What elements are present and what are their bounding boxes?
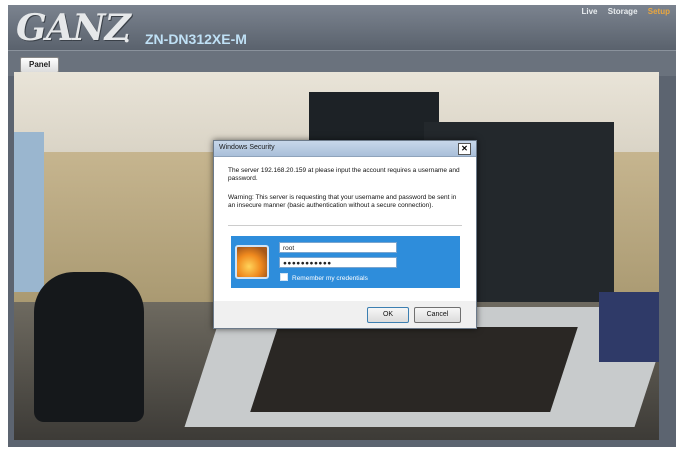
video-chair bbox=[34, 272, 144, 422]
dialog-title: Windows Security bbox=[219, 144, 275, 151]
video-window bbox=[14, 132, 44, 292]
remember-credentials[interactable]: Remember my credentials bbox=[280, 273, 368, 282]
cancel-button[interactable]: Cancel bbox=[414, 307, 461, 323]
username-input[interactable]: root bbox=[279, 242, 397, 253]
dialog-warning: Warning: This server is requesting that … bbox=[228, 194, 457, 209]
dialog-titlebar[interactable]: Windows Security ✕ bbox=[214, 141, 476, 157]
login-dialog: Windows Security ✕ The server 192.168.20… bbox=[213, 140, 477, 329]
ok-button[interactable]: OK bbox=[367, 307, 409, 323]
nav-live[interactable]: Live bbox=[581, 7, 597, 16]
ganz-logo: GANZ bbox=[16, 7, 131, 49]
video-blue-bin bbox=[599, 292, 659, 362]
dialog-message: The server 192.168.20.159 at please inpu… bbox=[228, 167, 460, 182]
dialog-body: The server 192.168.20.159 at please inpu… bbox=[214, 157, 476, 301]
top-nav: Live Storage Setup bbox=[573, 7, 670, 16]
user-picture-icon bbox=[235, 245, 269, 279]
logo-mark: ● bbox=[124, 35, 130, 45]
video-table-interior bbox=[250, 327, 578, 412]
password-input[interactable]: ●●●●●●●●●●● bbox=[279, 257, 397, 268]
remember-label: Remember my credentials bbox=[292, 275, 368, 282]
camera-model-title: ZN-DN312XE-M bbox=[145, 31, 247, 47]
checkbox-icon[interactable] bbox=[280, 273, 288, 281]
credential-tile: root ●●●●●●●●●●● Remember my credentials bbox=[231, 236, 460, 288]
divider bbox=[228, 225, 462, 226]
panel-button[interactable]: Panel bbox=[20, 57, 60, 73]
nav-setup[interactable]: Setup bbox=[648, 7, 670, 16]
close-icon[interactable]: ✕ bbox=[458, 143, 471, 155]
dialog-footer: OK Cancel bbox=[214, 301, 476, 328]
nav-storage[interactable]: Storage bbox=[608, 7, 638, 16]
header-bar: GANZ ● ZN-DN312XE-M Live Storage Setup bbox=[8, 5, 676, 50]
